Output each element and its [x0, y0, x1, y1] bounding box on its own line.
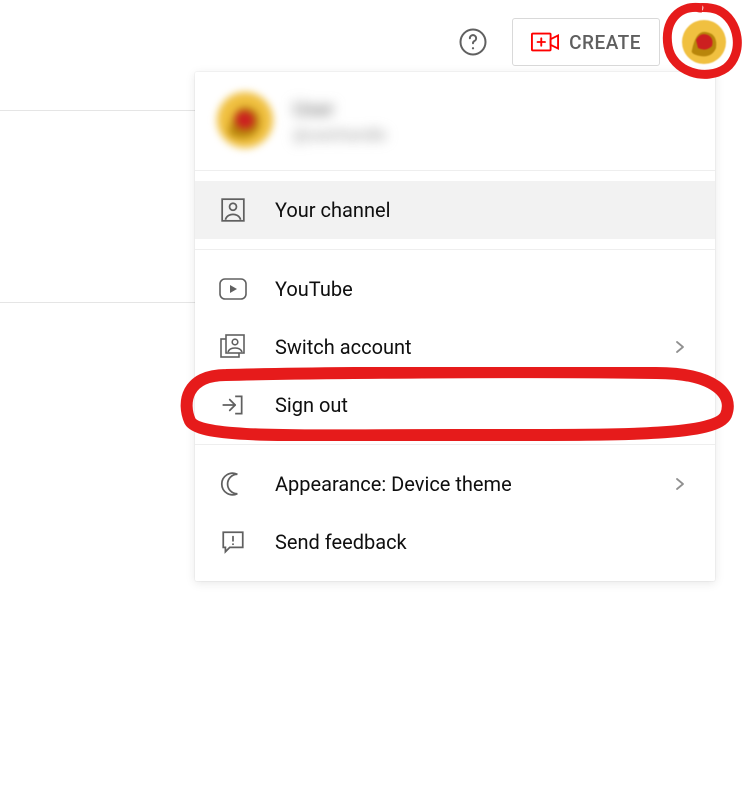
user-square-icon	[219, 196, 247, 224]
menu-section-2: YouTube Switch account	[195, 249, 715, 444]
page-divider	[0, 110, 195, 111]
menu-section-3: Appearance: Device theme Send feedback	[195, 444, 715, 581]
moon-icon	[219, 470, 247, 498]
create-label: CREATE	[569, 31, 641, 54]
sign-out-icon	[219, 391, 247, 419]
menu-item-youtube[interactable]: YouTube	[195, 260, 715, 318]
create-button[interactable]: CREATE	[512, 18, 660, 66]
help-icon[interactable]	[456, 25, 490, 59]
switch-account-icon	[219, 333, 247, 361]
youtube-icon	[219, 275, 247, 303]
menu-label: Appearance: Device theme	[275, 472, 641, 496]
menu-item-switch-account[interactable]: Switch account	[195, 318, 715, 376]
menu-item-sign-out[interactable]: Sign out	[195, 376, 715, 434]
video-plus-icon	[531, 28, 559, 56]
menu-item-appearance[interactable]: Appearance: Device theme	[195, 455, 715, 513]
menu-item-your-channel[interactable]: Your channel	[195, 181, 715, 239]
account-dropdown: User @userhandle Your channel	[195, 72, 715, 581]
user-avatar	[217, 92, 273, 148]
menu-item-send-feedback[interactable]: Send feedback	[195, 513, 715, 571]
user-handle: @userhandle	[293, 125, 386, 144]
menu-label: Your channel	[275, 198, 691, 222]
user-info: User @userhandle	[293, 97, 386, 144]
page-divider	[0, 302, 195, 303]
account-avatar-button[interactable]	[682, 20, 726, 64]
menu-section-1: Your channel	[195, 171, 715, 249]
chevron-right-icon	[669, 336, 691, 358]
feedback-icon	[219, 528, 247, 556]
menu-label: Switch account	[275, 335, 641, 359]
chevron-right-icon	[669, 473, 691, 495]
user-name: User	[293, 97, 386, 121]
menu-label: Sign out	[275, 393, 691, 417]
dropdown-header: User @userhandle	[195, 72, 715, 171]
menu-label: Send feedback	[275, 530, 691, 554]
menu-label: YouTube	[275, 277, 691, 301]
